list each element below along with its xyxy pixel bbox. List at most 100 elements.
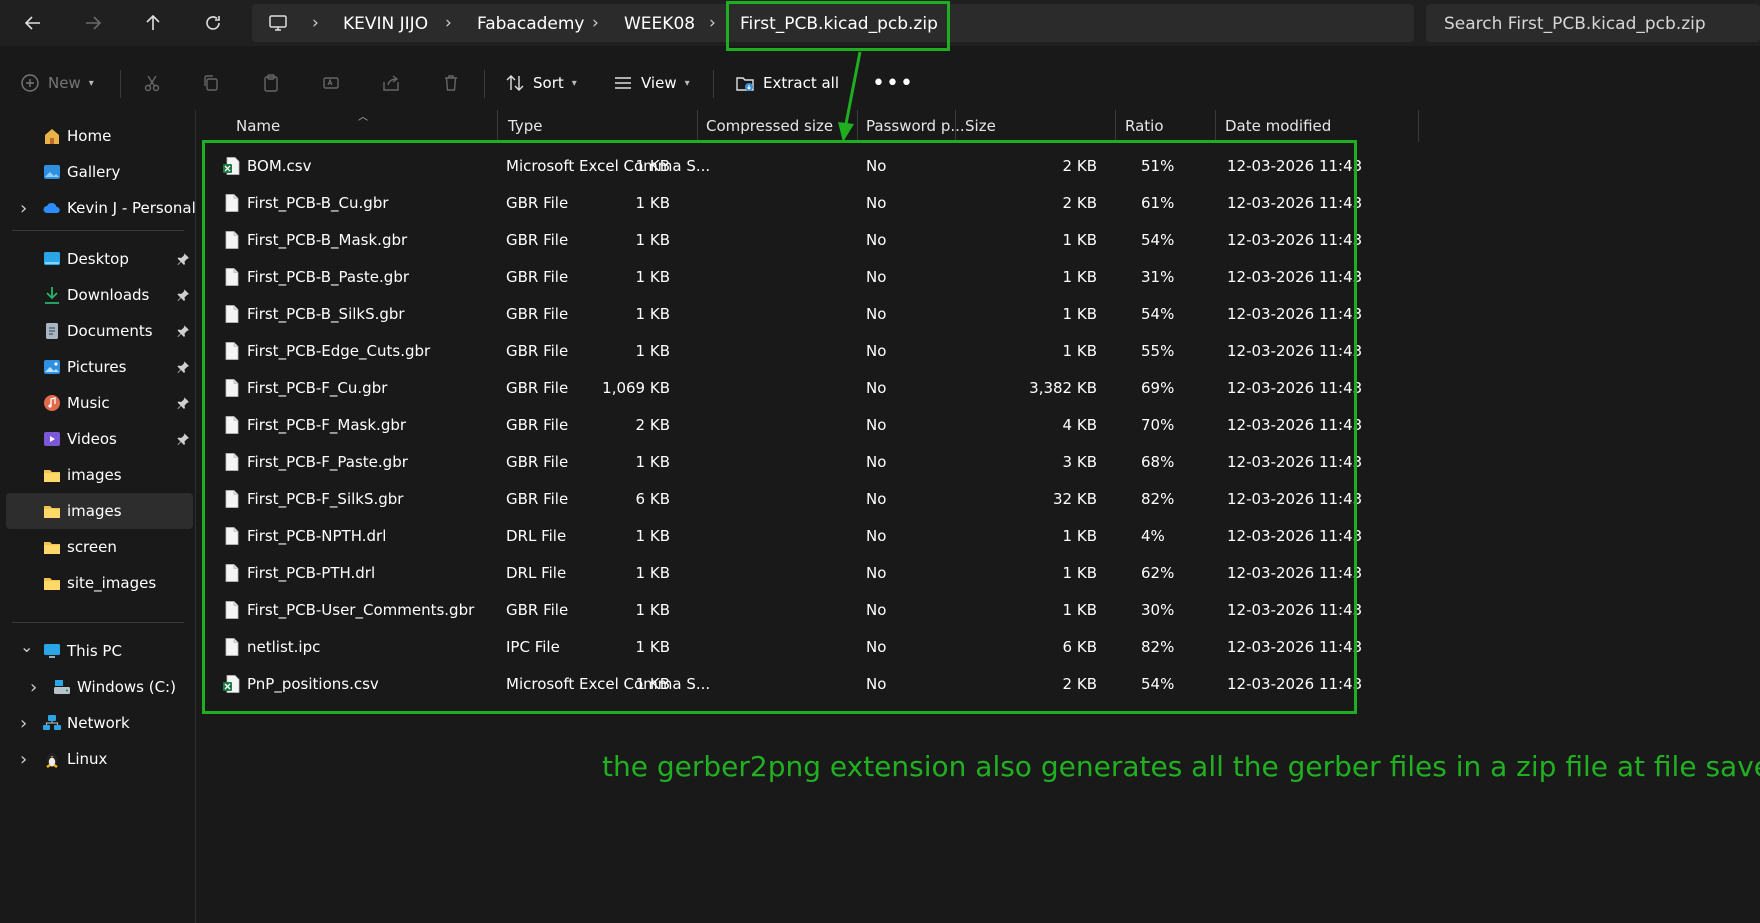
folder-icon [42, 501, 62, 521]
music-icon [42, 393, 62, 413]
toolbar-divider [120, 70, 121, 98]
sort-button[interactable]: Sort ▾ [505, 66, 577, 100]
cut-button[interactable] [142, 66, 162, 100]
back-button[interactable] [18, 8, 48, 38]
sidebar-item-gallery[interactable]: Gallery [6, 154, 193, 190]
pin-icon [176, 324, 190, 338]
sidebar-divider [12, 622, 184, 623]
monitor-icon [269, 15, 287, 31]
sidebar-item-network[interactable]: › Network [6, 705, 193, 741]
sidebar-item-linux[interactable]: › Linux [6, 741, 193, 777]
column-header-password-p[interactable]: Password p... [858, 110, 965, 142]
up-button[interactable] [138, 8, 168, 38]
breadcrumb-item-fabacademy[interactable]: Fabacademy [477, 14, 584, 34]
column-divider[interactable] [1418, 110, 1419, 142]
chevron-right-icon[interactable]: › [30, 677, 37, 698]
sidebar-item-label: Pictures [67, 358, 127, 376]
view-button-label: View [641, 74, 677, 92]
column-header-type[interactable]: Type [500, 110, 542, 142]
chevron-down-icon: ▾ [88, 77, 94, 89]
sidebar-item-images[interactable]: images [6, 457, 193, 493]
command-toolbar: New ▾ Sort ▾ View ▾ Extract all ••• [0, 58, 1760, 108]
rename-button[interactable] [321, 66, 341, 100]
sidebar-item-label: Windows (C:) [77, 678, 176, 696]
sidebar-item-pictures[interactable]: Pictures [6, 349, 193, 385]
paste-button[interactable] [261, 66, 281, 100]
sidebar-item-music[interactable]: Music [6, 385, 193, 421]
forward-button[interactable] [78, 8, 108, 38]
share-icon [383, 75, 399, 91]
sidebar-item-home[interactable]: Home [6, 118, 193, 154]
breadcrumb-separator: › [312, 13, 319, 33]
sidebar-item-site-images[interactable]: site_images [6, 565, 193, 601]
extract-all-button[interactable]: Extract all [735, 66, 839, 100]
highlight-box-path [726, 1, 950, 51]
sidebar-item-label: images [67, 502, 122, 520]
extract-all-label: Extract all [763, 74, 840, 92]
column-divider[interactable] [955, 110, 956, 142]
sidebar-item-label: Downloads [67, 286, 150, 304]
column-header-ratio[interactable]: Ratio [1117, 110, 1164, 142]
delete-button[interactable] [441, 66, 461, 100]
sidebar-item-desktop[interactable]: Desktop [6, 241, 193, 277]
sidebar-item-label: Home [67, 127, 112, 145]
linux-icon [42, 749, 62, 769]
sidebar-item-label: screen [67, 538, 117, 556]
sidebar-item-label: site_images [67, 574, 157, 592]
sort-icon [506, 75, 524, 91]
share-button[interactable] [381, 66, 401, 100]
breadcrumb-item-week08[interactable]: WEEK08 [624, 14, 695, 34]
toolbar-divider [713, 70, 714, 98]
arrow-up-icon [146, 14, 160, 30]
chevron-down-icon[interactable]: ⌄ [20, 637, 33, 656]
breadcrumb-item-kevin-jijo[interactable]: KEVIN JIJO [343, 14, 428, 34]
annotation-text: the gerber2png extension also generates … [602, 750, 1760, 783]
more-icon: ••• [872, 70, 914, 96]
view-button[interactable]: View ▾ [613, 66, 690, 100]
breadcrumb-separator: › [709, 13, 716, 33]
chevron-down-icon: ▾ [571, 77, 577, 89]
new-button[interactable]: New ▾ [20, 66, 94, 100]
sidebar-item-videos[interactable]: Videos [6, 421, 193, 457]
column-header-name[interactable]: Name [228, 110, 280, 142]
sidebar-item-images[interactable]: images [6, 493, 193, 529]
sort-button-label: Sort [533, 74, 564, 92]
video-icon [42, 429, 62, 449]
search-placeholder: Search First_PCB.kicad_pcb.zip [1444, 14, 1706, 34]
extract-folder-icon [736, 77, 754, 91]
pin-icon [176, 252, 190, 266]
refresh-button[interactable] [198, 8, 228, 38]
column-header-size[interactable]: Size [957, 110, 996, 142]
column-divider[interactable] [1115, 110, 1116, 142]
chevron-right-icon[interactable]: › [20, 198, 27, 219]
folder-icon [42, 465, 62, 485]
column-header-compressed-size[interactable]: Compressed size [698, 110, 833, 142]
copy-button[interactable] [201, 66, 221, 100]
home-icon [42, 126, 62, 146]
sidebar-item-this-pc[interactable]: ⌄ This PC [6, 633, 193, 669]
refresh-icon [206, 16, 220, 30]
chevron-right-icon[interactable]: › [20, 749, 27, 770]
sidebar-item-downloads[interactable]: Downloads [6, 277, 193, 313]
sidebar-item-windows-c[interactable]: › Windows (C:) [6, 669, 193, 705]
column-divider[interactable] [1215, 110, 1216, 142]
trash-icon [445, 75, 457, 91]
gallery-icon [42, 162, 62, 182]
sidebar-item-kevin-j-personal[interactable]: › Kevin J - Personal [6, 190, 196, 226]
sort-ascending-icon: ︿ [358, 112, 368, 123]
picture-icon [42, 357, 62, 377]
network-icon [42, 713, 62, 733]
sidebar-item-screen[interactable]: screen [6, 529, 193, 565]
column-divider[interactable] [497, 110, 498, 142]
search-input[interactable]: Search First_PCB.kicad_pcb.zip [1426, 4, 1760, 42]
sidebar-item-label: Kevin J - Personal [67, 199, 196, 217]
scissors-icon [144, 75, 160, 92]
column-header-date-modified[interactable]: Date modified [1217, 110, 1331, 142]
pin-icon [176, 288, 190, 302]
view-list-icon [615, 77, 631, 89]
chevron-down-icon: ▾ [684, 77, 690, 89]
chevron-right-icon[interactable]: › [20, 713, 27, 734]
onedrive-cloud-icon [42, 198, 62, 218]
sidebar-item-documents[interactable]: Documents [6, 313, 193, 349]
more-options-button[interactable]: ••• [872, 66, 914, 100]
